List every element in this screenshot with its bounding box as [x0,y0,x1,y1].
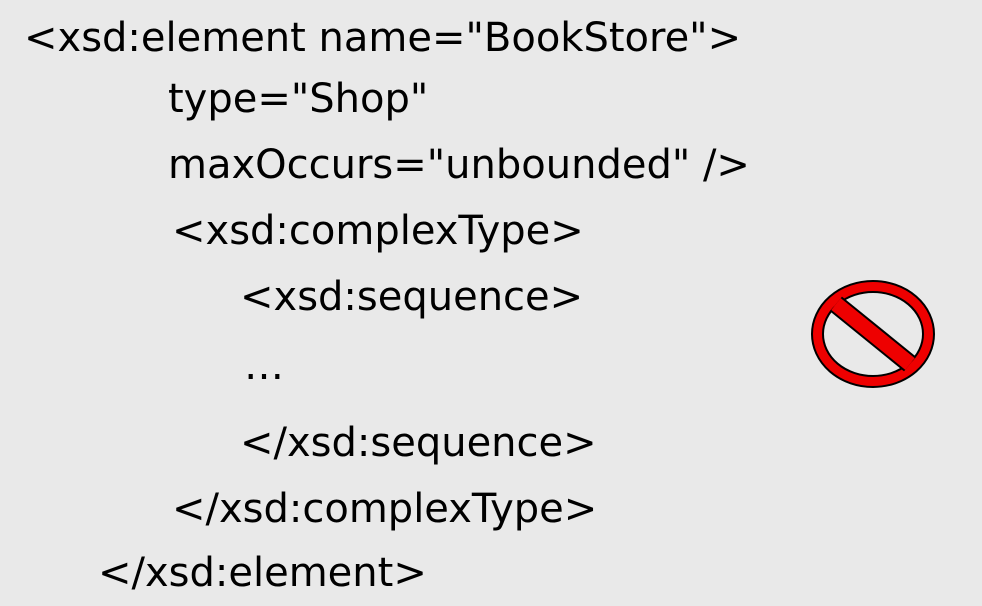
code-line-element-close: </xsd:element> [98,550,427,596]
code-line-complextype-close: </xsd:complexType> [172,486,598,532]
code-line-ellipsis: … [244,343,284,389]
prohibition-icon [811,280,935,388]
code-line-sequence-close: </xsd:sequence> [240,420,597,466]
code-line-complextype-open: <xsd:complexType> [172,208,584,254]
code-line-maxoccurs-attribute: maxOccurs="unbounded" /> [168,142,750,188]
code-line-element-open: <xsd:element name="BookStore"> [24,15,742,61]
code-line-type-attribute: type="Shop" [168,76,429,122]
slide: <xsd:element name="BookStore"> type="Sho… [0,0,982,606]
code-line-sequence-open: <xsd:sequence> [240,274,584,320]
